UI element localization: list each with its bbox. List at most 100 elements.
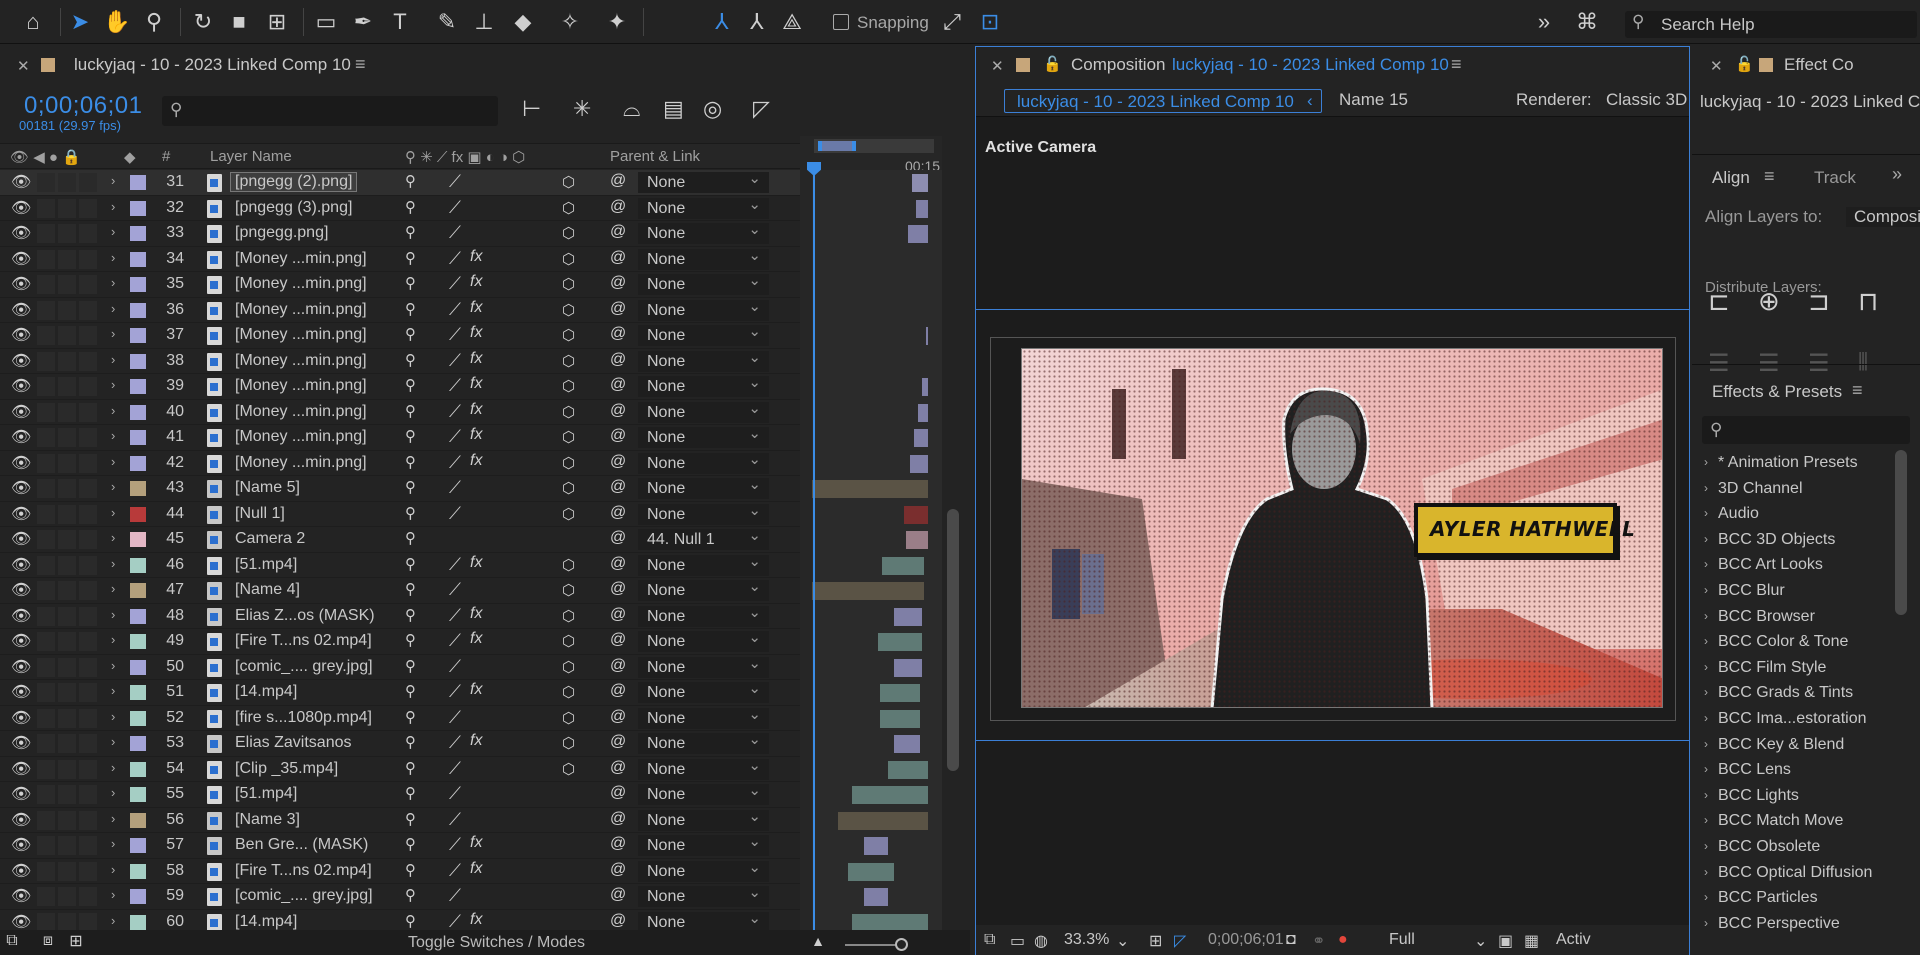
panel-menu-icon[interactable]: ≡ <box>1852 380 1863 401</box>
parent-pickwhip-icon[interactable]: @ <box>610 325 626 343</box>
chevron-right-icon[interactable]: › <box>111 760 115 775</box>
audio-toggle[interactable] <box>37 759 55 779</box>
audio-toggle[interactable] <box>37 887 55 906</box>
layer-duration-bar[interactable] <box>910 454 928 473</box>
visibility-eye-icon[interactable]: 👁 <box>11 810 31 830</box>
chevron-right-icon[interactable]: › <box>111 454 115 469</box>
audio-toggle[interactable] <box>37 810 55 830</box>
parent-pickwhip-icon[interactable]: @ <box>610 682 626 700</box>
layer-row[interactable]: 👁 › 53 Elias Zavitsanos ⚲ ⟋ fx ⬡ @ None <box>0 729 920 757</box>
parent-pickwhip-icon[interactable]: @ <box>610 784 626 802</box>
layer-label-color[interactable] <box>130 736 146 751</box>
layer-row[interactable]: 👁 › 50 [comic_.... grey.jpg] ⚲ ⟋ ⬡ @ None <box>0 653 922 680</box>
parent-dropdown[interactable]: None <box>638 372 769 397</box>
solo-toggle[interactable] <box>58 249 76 269</box>
layer-label-color[interactable] <box>130 761 146 777</box>
layer-row[interactable]: 👁 › 31 [pngegg (2).png] ⚲ ⟋ ⬡ @ None <box>0 168 928 196</box>
3d-layer-icon[interactable]: ⬡ <box>562 658 575 676</box>
mask-view-icon[interactable]: ◍ <box>1034 931 1048 951</box>
lock-toggle[interactable] <box>79 657 97 677</box>
parent-dropdown[interactable]: None <box>638 755 769 780</box>
parent-dropdown[interactable]: None <box>638 474 769 499</box>
shy-switch-icon[interactable]: ⚲ <box>405 606 416 624</box>
parent-dropdown[interactable]: None <box>638 882 769 907</box>
solo-toggle[interactable] <box>58 759 76 779</box>
solo-toggle[interactable] <box>58 810 76 830</box>
layer-label-color[interactable] <box>130 710 146 726</box>
audio-toggle[interactable] <box>37 785 55 804</box>
show-snapshot-icon[interactable]: ⚭ <box>1312 931 1325 951</box>
rotate-tool-icon[interactable]: ↻ <box>186 4 220 40</box>
lock-toggle[interactable] <box>79 428 97 447</box>
parent-pickwhip-icon[interactable]: @ <box>610 402 626 420</box>
lock-toggle[interactable] <box>79 581 97 600</box>
shy-switch-icon[interactable]: ⚲ <box>405 351 416 369</box>
shy-switch-icon[interactable]: ⚲ <box>405 835 416 853</box>
layer-row[interactable]: 👁 › 56 [Name 3] ⚲ ⟋ @ None <box>0 806 928 833</box>
layer-duration-bar[interactable] <box>916 199 928 218</box>
shy-switch-icon[interactable]: ⚲ <box>405 555 416 573</box>
lock-toggle[interactable] <box>79 300 97 320</box>
layer-duration-bar[interactable] <box>864 837 888 855</box>
home-icon[interactable]: ⌂ <box>16 4 50 40</box>
layer-row[interactable]: 👁 › 45 Camera 2 ⚲ @44. Null 1 <box>0 525 928 553</box>
layer-row[interactable]: 👁 › 36 [Money ...min.png] ⚲ ⟋ fx ⬡ @ None <box>0 296 800 323</box>
layer-duration-bar[interactable] <box>838 811 928 830</box>
channel-icon[interactable]: ● <box>1338 931 1348 949</box>
shy-switch-icon[interactable]: ⚲ <box>405 861 416 879</box>
lock-toggle[interactable] <box>79 275 97 294</box>
layer-label-color[interactable] <box>130 583 146 598</box>
shy-switch-icon[interactable]: ⚲ <box>405 682 416 700</box>
camera-tool-icon[interactable]: ■ <box>222 4 256 40</box>
visibility-eye-icon[interactable]: 👁 <box>11 529 31 549</box>
quality-switch-icon[interactable]: ⟋ <box>449 402 461 422</box>
quality-switch-icon[interactable]: ⟋ <box>449 835 461 855</box>
layer-duration-bar[interactable] <box>878 633 922 651</box>
rectangle-tool-icon[interactable]: ▭ <box>309 4 343 40</box>
shy-switch-icon[interactable]: ⚲ <box>405 427 416 445</box>
timeline-scrollbar[interactable] <box>947 509 959 771</box>
audio-toggle[interactable] <box>37 402 55 422</box>
effects-switch-icon[interactable]: fx <box>470 426 482 444</box>
pan-behind-tool-icon[interactable]: ⊞ <box>260 4 294 40</box>
timeline-tab[interactable]: ✕ luckyjaq - 10 - 2023 Linked Comp 10 ≡ <box>0 46 970 86</box>
effects-switch-icon[interactable]: fx <box>470 452 482 470</box>
3d-layer-icon[interactable]: ⬡ <box>562 556 575 574</box>
label-column-icon[interactable]: ◆ <box>124 148 136 166</box>
parent-dropdown[interactable]: None <box>638 729 769 754</box>
effects-switch-icon[interactable]: fx <box>470 681 482 699</box>
quality-switch-icon[interactable]: ⟋ <box>449 606 461 626</box>
layer-name[interactable]: [pngegg.png] <box>235 224 328 242</box>
parent-pickwhip-icon[interactable]: @ <box>610 198 626 216</box>
effects-category[interactable]: › BCC Color & Tone <box>1692 630 1920 656</box>
layer-duration-bar[interactable] <box>812 582 924 600</box>
layer-name-column-header[interactable]: Layer Name <box>210 148 292 165</box>
roto-brush-tool-icon[interactable]: ✧ <box>553 4 587 40</box>
local-axis-icon[interactable]: ⅄ <box>705 4 739 40</box>
visibility-eye-icon[interactable]: 👁 <box>11 223 31 243</box>
effects-switch-icon[interactable]: fx <box>470 834 482 852</box>
quality-switch-icon[interactable]: ⟋ <box>449 172 461 192</box>
layer-duration-bar[interactable] <box>918 403 928 422</box>
comp-flowchart-icon[interactable]: ⊢ <box>522 96 541 122</box>
solo-toggle[interactable] <box>58 275 76 294</box>
quality-switch-icon[interactable]: ⟋ <box>449 580 461 600</box>
lock-icon[interactable]: 🔓 <box>1043 55 1062 73</box>
layer-name[interactable]: [Clip _35.mp4] <box>235 760 338 778</box>
switches-column-icons[interactable]: ⚲ ✳ ⟋ fx ▣ ◐ ◑ ⬡ <box>405 148 525 166</box>
chevron-right-icon[interactable]: › <box>111 581 115 596</box>
effects-switch-icon[interactable]: fx <box>470 911 482 929</box>
layer-row[interactable]: 👁 › 54 [Clip _35.mp4] ⚲ ⟋ ⬡ @ None <box>0 755 928 782</box>
layer-name[interactable]: [Money ...min.png] <box>235 403 367 421</box>
panel-menu-icon[interactable]: ≡ <box>1451 54 1462 75</box>
solo-toggle[interactable] <box>58 173 76 192</box>
solo-toggle[interactable] <box>58 836 76 855</box>
lock-toggle[interactable] <box>79 555 97 575</box>
parent-pickwhip-icon[interactable]: @ <box>610 886 626 904</box>
layer-name[interactable]: [Money ...min.png] <box>235 301 367 319</box>
layer-name[interactable]: [Money ...min.png] <box>235 352 367 370</box>
quality-switch-icon[interactable]: ⟋ <box>449 300 461 320</box>
layer-name[interactable]: [Money ...min.png] <box>235 250 367 268</box>
layer-duration-bar[interactable] <box>894 658 922 677</box>
quality-switch-icon[interactable]: ⟋ <box>449 682 461 702</box>
